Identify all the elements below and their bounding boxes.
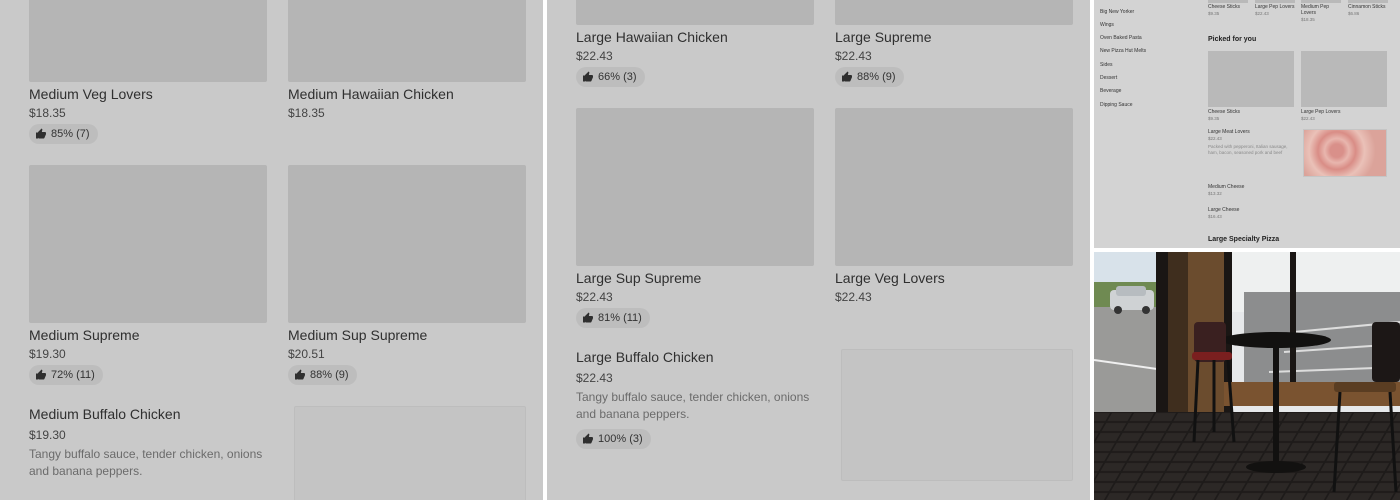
restaurant-photo — [1094, 252, 1400, 500]
item-image[interactable] — [29, 0, 267, 82]
item-price: $22.43 — [576, 290, 613, 304]
rating-badge: 88% (9) — [835, 67, 904, 87]
item-name[interactable]: Large Cheese — [1208, 207, 1239, 213]
thumbs-up-icon — [294, 369, 306, 381]
pizza-image[interactable] — [1303, 129, 1387, 177]
rating-text: 66% (3) — [598, 71, 637, 83]
dining-area-photo — [1094, 252, 1400, 500]
item-name[interactable]: Medium Buffalo Chicken — [29, 406, 180, 422]
item-name[interactable]: Large Hawaiian Chicken — [576, 29, 728, 45]
item-description: Packed with pepperoni, Italian sausage, … — [1208, 144, 1288, 155]
item-name[interactable]: Cheese Sticks — [1208, 109, 1240, 115]
item-price: $22.43 — [576, 49, 613, 63]
rating-badge: 66% (3) — [576, 67, 645, 87]
item-price: $18.35 — [1301, 17, 1315, 22]
item-name[interactable]: Large Pep Lovers — [1255, 4, 1294, 10]
item-image[interactable] — [1208, 0, 1248, 3]
thumbs-up-icon — [841, 71, 853, 83]
item-price: $19.30 — [29, 347, 66, 361]
menu-panel-medium: Medium Veg Lovers $18.35 85% (7) Medium … — [0, 0, 543, 500]
item-price: $9.35 — [1208, 11, 1220, 16]
item-name[interactable]: Large Veg Lovers — [835, 270, 945, 286]
item-name[interactable]: Large Buffalo Chicken — [576, 349, 714, 365]
thumbs-up-icon — [582, 312, 594, 324]
item-price: $16.43 — [1208, 214, 1222, 219]
item-name[interactable]: Medium Veg Lovers — [29, 86, 153, 102]
item-image[interactable] — [1301, 0, 1341, 3]
category-link[interactable]: Beverage — [1100, 88, 1121, 94]
item-name[interactable]: Medium Sup Supreme — [288, 327, 427, 343]
item-price: $6.86 — [1348, 11, 1360, 16]
category-link[interactable]: Oven Baked Pasta — [1100, 35, 1142, 41]
item-name[interactable]: Medium Pep Lovers — [1301, 4, 1331, 16]
section-heading: Picked for you — [1208, 36, 1257, 43]
section-heading: Large Specialty Pizza — [1208, 236, 1280, 243]
thumbs-up-icon — [582, 71, 594, 83]
thumbs-up-icon — [35, 369, 47, 381]
item-image[interactable] — [835, 0, 1073, 25]
category-link[interactable]: Dipping Sauce — [1100, 102, 1133, 108]
rating-badge: 85% (7) — [29, 124, 98, 144]
car — [1110, 286, 1154, 314]
item-image[interactable] — [294, 406, 526, 500]
item-image[interactable] — [835, 108, 1073, 266]
item-name[interactable]: Large Supreme — [835, 29, 932, 45]
item-name[interactable]: Cinnamon Sticks — [1348, 4, 1386, 10]
item-name[interactable]: Large Meat Lovers — [1208, 129, 1250, 135]
category-link[interactable]: New Pizza Hut Melts — [1100, 48, 1146, 54]
item-image[interactable] — [1208, 51, 1294, 107]
rating-badge: 88% (9) — [288, 365, 357, 385]
item-image[interactable] — [288, 0, 526, 82]
item-image[interactable] — [29, 165, 267, 323]
item-name[interactable]: Medium Cheese — [1208, 184, 1244, 190]
item-price: $22.43 — [835, 290, 872, 304]
rating-badge: 100% (3) — [576, 429, 651, 449]
item-price: $22.43 — [1301, 116, 1315, 121]
category-link[interactable]: Wings — [1100, 22, 1114, 28]
item-name[interactable]: Medium Supreme — [29, 327, 140, 343]
item-name[interactable]: Large Sup Supreme — [576, 270, 701, 286]
item-name[interactable]: Large Pep Lovers — [1301, 109, 1340, 115]
window-frame — [1156, 252, 1168, 437]
rating-text: 88% (9) — [857, 71, 896, 83]
category-link[interactable]: Sides — [1100, 62, 1113, 68]
rating-text: 88% (9) — [310, 369, 349, 381]
item-description: Tangy buffalo sauce, tender chicken, oni… — [29, 447, 263, 478]
rating-text: 72% (11) — [51, 369, 95, 381]
item-image[interactable] — [841, 349, 1073, 481]
menu-thumbnail: Big New Yorker Wings Oven Baked Pasta Ne… — [1094, 0, 1400, 248]
item-image[interactable] — [288, 165, 526, 323]
rating-text: 81% (11) — [598, 312, 642, 324]
item-price: $19.30 — [29, 428, 66, 442]
category-link[interactable]: Dessert — [1100, 75, 1117, 81]
item-name[interactable]: Cheese Sticks — [1208, 4, 1240, 10]
item-price: $22.43 — [1208, 136, 1222, 141]
item-price: $22.43 — [1255, 11, 1269, 16]
item-price: $20.51 — [288, 347, 325, 361]
rating-badge: 72% (11) — [29, 365, 103, 385]
item-price: $13.32 — [1208, 191, 1222, 196]
item-image[interactable] — [576, 0, 814, 25]
rating-text: 85% (7) — [51, 128, 90, 140]
item-price: $18.35 — [29, 106, 66, 120]
rating-badge: 81% (11) — [576, 308, 650, 328]
item-image[interactable] — [1301, 51, 1387, 107]
item-description: Tangy buffalo sauce, tender chicken, oni… — [576, 390, 810, 421]
rating-text: 100% (3) — [598, 433, 643, 445]
menu-panel-large: Large Hawaiian Chicken $22.43 66% (3) La… — [547, 0, 1090, 500]
category-link[interactable]: Big New Yorker — [1100, 9, 1134, 15]
thumbs-up-icon — [582, 433, 594, 445]
item-price: $22.43 — [576, 371, 613, 385]
item-image[interactable] — [1255, 0, 1295, 3]
item-name[interactable]: Medium Hawaiian Chicken — [288, 86, 454, 102]
item-image[interactable] — [1348, 0, 1388, 3]
item-price: $9.35 — [1208, 116, 1220, 121]
tile-floor — [1094, 412, 1400, 500]
item-price: $18.35 — [288, 106, 325, 120]
item-image[interactable] — [576, 108, 814, 266]
thumbs-up-icon — [35, 128, 47, 140]
item-price: $22.43 — [835, 49, 872, 63]
